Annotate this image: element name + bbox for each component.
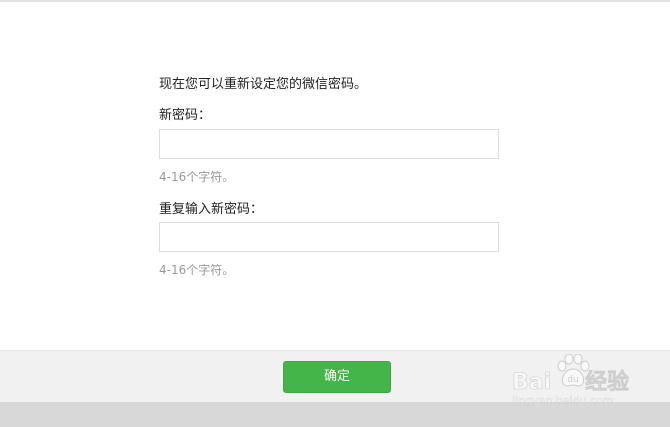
new-password-input[interactable] (159, 129, 499, 159)
top-divider (0, 0, 670, 2)
bottom-strip (0, 402, 670, 427)
confirm-button[interactable]: 确定 (283, 361, 391, 393)
dialog-footer: 确定 (0, 350, 670, 403)
repeat-password-label: 重复输入新密码： (159, 202, 264, 217)
intro-text: 现在您可以重新设定您的微信密码。 (159, 77, 368, 92)
password-reset-page: 现在您可以重新设定您的微信密码。 新密码： 4-16个字符。 重复输入新密码： … (0, 0, 670, 427)
repeat-password-hint: 4-16个字符。 (159, 263, 235, 277)
new-password-hint: 4-16个字符。 (159, 170, 235, 184)
repeat-password-input[interactable] (159, 222, 499, 252)
new-password-label: 新密码： (159, 108, 212, 123)
